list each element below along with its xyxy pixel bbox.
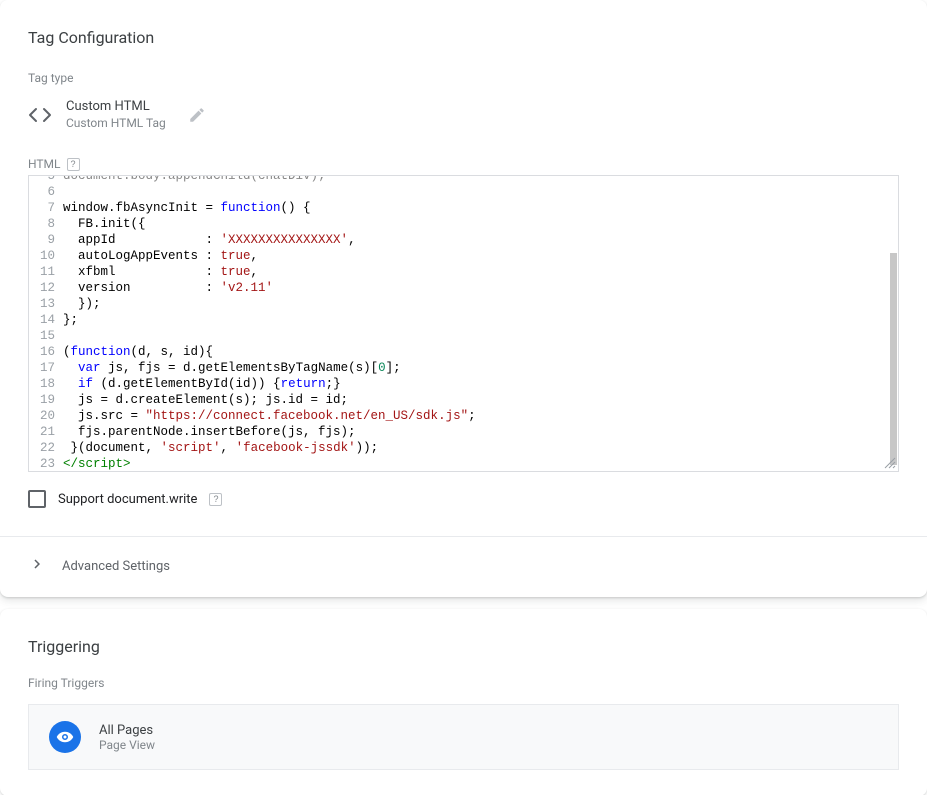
resize-grip-icon[interactable] [884,457,896,469]
code-line[interactable]: document.body.appendChild(chatDiv); [63,175,334,184]
line-number: 17 [29,360,63,376]
code-line[interactable]: js = d.createElement(s); js.id = id; [63,392,356,408]
code-line[interactable]: (function(d, s, id){ [63,344,221,360]
firing-trigger-item[interactable]: All Pages Page View [28,704,899,770]
code-line[interactable]: appId : 'XXXXXXXXXXXXXXX', [63,232,364,248]
line-number: 6 [29,184,63,200]
help-icon[interactable]: ? [209,493,222,506]
line-number: 18 [29,376,63,392]
code-line[interactable]: var js, fjs = d.getElementsByTagName(s)[… [63,360,409,376]
advanced-settings-label: Advanced Settings [62,559,170,574]
triggering-card: Triggering Firing Triggers All Pages Pag… [0,609,927,795]
code-line[interactable]: js.src = "https://connect.facebook.net/e… [63,408,484,424]
line-number: 7 [29,200,63,216]
tag-type-subtitle: Custom HTML Tag [66,116,166,132]
code-line[interactable]: xfbml : true, [63,264,266,280]
line-number: 14 [29,312,63,328]
line-number: 5 [29,175,63,184]
code-line[interactable]: window.fbAsyncInit = function() { [63,200,319,216]
firing-trigger-type: Page View [99,738,155,752]
code-line[interactable] [63,184,71,200]
line-number: 12 [29,280,63,296]
tag-type-row[interactable]: Custom HTML Custom HTML Tag [28,99,899,131]
code-line[interactable]: }); [63,296,109,312]
line-number: 10 [29,248,63,264]
line-number: 21 [29,424,63,440]
line-number: 8 [29,216,63,232]
support-document-write-checkbox[interactable] [28,490,46,508]
firing-triggers-label: Firing Triggers [28,676,899,690]
code-line[interactable]: version : 'v2.11' [63,280,281,296]
tag-type-name: Custom HTML [66,99,166,116]
tag-type-label: Tag type [28,71,899,85]
code-line[interactable]: </script> [63,456,139,472]
code-line[interactable]: autoLogAppEvents : true, [63,248,266,264]
code-icon [28,103,52,127]
support-document-write-label: Support document.write [58,492,197,507]
line-number: 16 [29,344,63,360]
code-line[interactable]: FB.init({ [63,216,154,232]
triggering-title: Triggering [28,637,899,656]
tag-configuration-title: Tag Configuration [28,28,899,47]
code-line[interactable]: }(document, 'script', 'facebook-jssdk'))… [63,440,386,456]
chevron-right-icon [28,555,46,577]
line-number: 22 [29,440,63,456]
help-icon[interactable]: ? [67,158,80,171]
line-number: 13 [29,296,63,312]
line-number: 23 [29,456,63,472]
code-line[interactable]: }; [63,312,86,328]
code-line[interactable]: if (d.getElementById(id)) {return;} [63,376,349,392]
html-code-editor[interactable]: 5document.body.appendChild(chatDiv);67wi… [28,175,899,472]
firing-trigger-text: All Pages Page View [99,723,155,752]
line-number: 15 [29,328,63,344]
advanced-settings-toggle[interactable]: Advanced Settings [0,537,927,597]
code-line[interactable]: fjs.parentNode.insertBefore(js, fjs); [63,424,364,440]
code-line[interactable] [63,328,71,344]
line-number: 11 [29,264,63,280]
edit-icon[interactable] [188,106,206,124]
line-number: 19 [29,392,63,408]
html-label: HTML [28,157,61,171]
line-number: 20 [29,408,63,424]
editor-scrollbar[interactable] [890,253,897,465]
page-view-icon [49,721,81,753]
firing-trigger-name: All Pages [99,723,155,738]
line-number: 9 [29,232,63,248]
tag-type-text: Custom HTML Custom HTML Tag [66,99,166,131]
tag-configuration-card: Tag Configuration Tag type Custom HTML C… [0,0,927,597]
